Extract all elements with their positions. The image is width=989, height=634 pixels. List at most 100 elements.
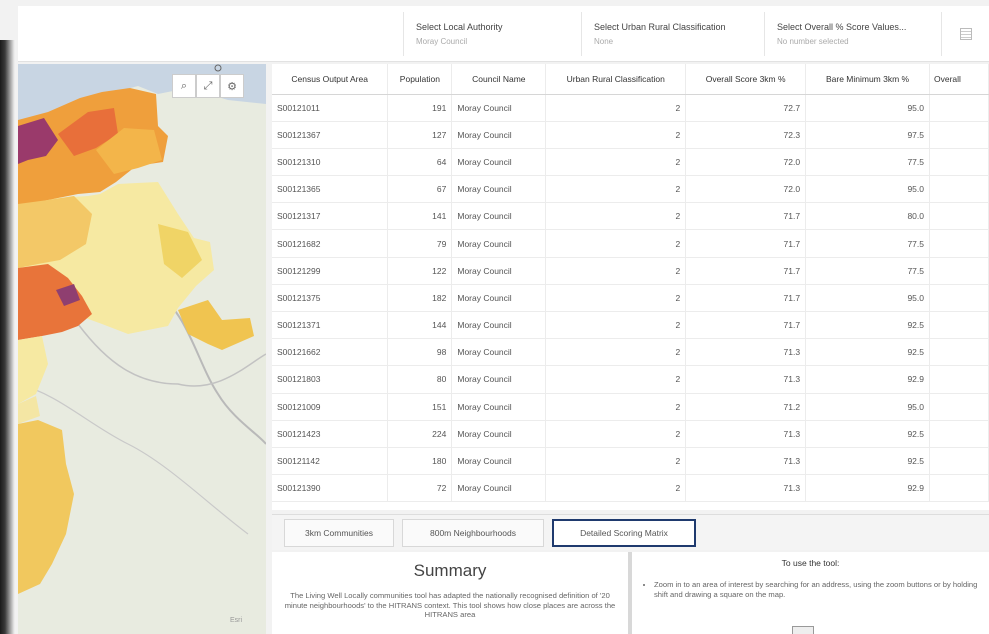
cell-bare-minimum: 92.5 xyxy=(805,447,930,476)
cell-council: Moray Council xyxy=(451,311,547,340)
cell-overall-score: 72.0 xyxy=(685,148,807,177)
overall-score-filter[interactable]: Select Overall % Score Values... No numb… xyxy=(764,12,940,56)
cell-bare-minimum: 77.5 xyxy=(805,257,930,285)
tab-detailed-scoring-matrix[interactable]: Detailed Scoring Matrix xyxy=(552,519,696,547)
cell-overall-score: 71.7 xyxy=(685,229,807,258)
how-to-panel: To use the tool: Zoom in to an area of i… xyxy=(632,552,989,634)
table-row[interactable]: S00121310 64 Moray Council 2 72.0 77.5 xyxy=(272,148,989,177)
expand-icon[interactable]: ⤢ xyxy=(196,74,220,98)
column-header-overall[interactable]: Overall xyxy=(929,64,989,95)
settings-icon[interactable]: ⚙ xyxy=(220,74,244,98)
summary-title: Summary xyxy=(413,561,487,580)
tab-3km-communities[interactable]: 3km Communities xyxy=(284,519,394,547)
cell-bare-minimum: 77.5 xyxy=(805,148,930,177)
cell-council: Moray Council xyxy=(451,474,547,503)
table-row[interactable]: S00121803 80 Moray Council 2 71.3 92.9 xyxy=(272,365,989,394)
cell-urban-rural: 2 xyxy=(545,121,687,149)
cell-area: S00121662 xyxy=(272,338,389,367)
cell-area: S00121682 xyxy=(272,229,389,258)
table-row[interactable]: S00121662 98 Moray Council 2 71.3 92.5 xyxy=(272,338,989,367)
cell-area: S00121803 xyxy=(272,365,389,394)
table-row[interactable]: S00121142 180 Moray Council 2 71.3 92.5 xyxy=(272,447,989,476)
table-row[interactable]: S00121009 151 Moray Council 2 71.2 95.0 xyxy=(272,393,989,421)
cell-overall-score: 71.7 xyxy=(685,202,807,231)
cell-overall xyxy=(929,148,989,177)
column-header-overall-score[interactable]: Overall Score 3km % xyxy=(685,64,807,95)
how-to-item: Zoom in to an area of interest by search… xyxy=(654,580,983,599)
table-row[interactable]: S00121682 79 Moray Council 2 71.7 77.5 xyxy=(272,229,989,258)
cell-bare-minimum: 92.9 xyxy=(805,365,930,394)
cell-council: Moray Council xyxy=(451,175,547,204)
search-icon[interactable]: ⌕ xyxy=(172,74,196,98)
cell-overall-score: 71.3 xyxy=(685,365,807,394)
table-row[interactable]: S00121365 67 Moray Council 2 72.0 95.0 xyxy=(272,175,989,204)
map-attribution: Esri xyxy=(230,617,243,624)
view-tabs: 3km Communities 800m Neighbourhoods Deta… xyxy=(272,514,989,550)
cell-population: 80 xyxy=(387,365,453,394)
cell-bare-minimum: 95.0 xyxy=(805,284,930,313)
table-row[interactable]: S00121317 141 Moray Council 2 71.7 80.0 xyxy=(272,202,989,231)
cell-urban-rural: 2 xyxy=(545,365,687,394)
cell-population: 151 xyxy=(387,393,453,421)
cell-urban-rural: 2 xyxy=(545,175,687,204)
cell-council: Moray Council xyxy=(451,257,547,285)
table-row[interactable]: S00121423 224 Moray Council 2 71.3 92.5 xyxy=(272,420,989,448)
cell-population: 144 xyxy=(387,311,453,340)
column-header-bare-minimum[interactable]: Bare Minimum 3km % xyxy=(805,64,930,95)
cell-population: 180 xyxy=(387,447,453,476)
cell-bare-minimum: 95.0 xyxy=(805,175,930,204)
table-row[interactable]: S00121299 122 Moray Council 2 71.7 77.5 xyxy=(272,257,989,285)
cell-population: 64 xyxy=(387,148,453,177)
column-header-census-output-area[interactable]: Census Output Area xyxy=(272,64,389,95)
cell-bare-minimum: 80.0 xyxy=(805,202,930,231)
cell-population: 224 xyxy=(387,420,453,448)
cell-bare-minimum: 92.5 xyxy=(805,311,930,340)
zoom-example-icon xyxy=(792,626,814,634)
cell-population: 67 xyxy=(387,175,453,204)
how-to-title: To use the tool: xyxy=(781,558,840,568)
cell-overall xyxy=(929,121,989,149)
table-row[interactable]: S00121367 127 Moray Council 2 72.3 97.5 xyxy=(272,121,989,149)
cell-council: Moray Council xyxy=(451,365,547,394)
local-authority-filter[interactable]: Select Local Authority Moray Council xyxy=(403,12,589,56)
column-header-council-name[interactable]: Council Name xyxy=(451,64,547,95)
cell-population: 141 xyxy=(387,202,453,231)
data-table-panel[interactable]: Census Output Area Population Council Na… xyxy=(272,64,989,510)
cell-overall-score: 71.3 xyxy=(685,474,807,503)
cell-overall xyxy=(929,365,989,394)
list-icon xyxy=(959,28,972,40)
cell-population: 191 xyxy=(387,94,453,122)
map-toolbar: ⌕ ⤢ ⚙ xyxy=(172,74,244,100)
cell-council: Moray Council xyxy=(451,202,547,231)
cell-overall xyxy=(929,229,989,258)
cell-overall-score: 72.0 xyxy=(685,175,807,204)
cell-urban-rural: 2 xyxy=(545,284,687,313)
cell-area: S00121142 xyxy=(272,447,389,476)
cell-area: S00121365 xyxy=(272,175,389,204)
column-header-urban-rural[interactable]: Urban Rural Classification xyxy=(545,64,687,95)
cell-overall-score: 71.2 xyxy=(685,393,807,421)
cell-area: S00121367 xyxy=(272,121,389,149)
cell-overall xyxy=(929,393,989,421)
cell-area: S00121317 xyxy=(272,202,389,231)
table-row[interactable]: S00121390 72 Moray Council 2 71.3 92.9 xyxy=(272,474,989,503)
cell-population: 98 xyxy=(387,338,453,367)
cell-population: 122 xyxy=(387,257,453,285)
table-row[interactable]: S00121375 182 Moray Council 2 71.7 95.0 xyxy=(272,284,989,313)
cell-bare-minimum: 95.0 xyxy=(805,94,930,122)
urban-rural-filter[interactable]: Select Urban Rural Classification None xyxy=(581,12,767,56)
cell-area: S00121423 xyxy=(272,420,389,448)
cell-council: Moray Council xyxy=(451,447,547,476)
cell-urban-rural: 2 xyxy=(545,338,687,367)
cell-area: S00121375 xyxy=(272,284,389,313)
column-header-population[interactable]: Population xyxy=(387,64,453,95)
table-row[interactable]: S00121011 191 Moray Council 2 72.7 95.0 xyxy=(272,94,989,122)
tab-800m-neighbourhoods[interactable]: 800m Neighbourhoods xyxy=(402,519,544,547)
cell-population: 182 xyxy=(387,284,453,313)
cell-council: Moray Council xyxy=(451,420,547,448)
cell-overall xyxy=(929,474,989,503)
app-frame: Select Local Authority Moray Council Sel… xyxy=(0,0,989,634)
menu-button[interactable] xyxy=(941,12,989,56)
table-row[interactable]: S00121371 144 Moray Council 2 71.7 92.5 xyxy=(272,311,989,340)
map-view[interactable]: ⌕ ⤢ ⚙ Esri xyxy=(18,64,266,634)
